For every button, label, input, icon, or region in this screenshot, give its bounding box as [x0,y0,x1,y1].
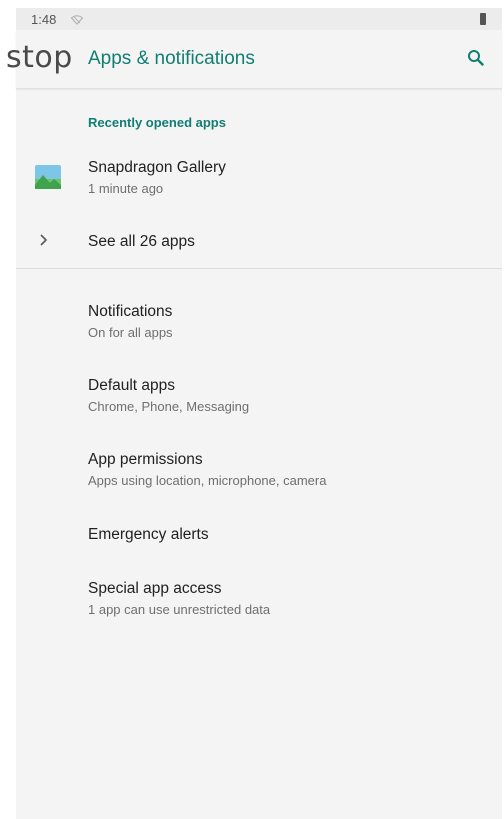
settings-item-title: App permissions [88,451,203,468]
settings-item-title: Special app access [88,580,222,597]
settings-item-special-app-access[interactable]: Special app access 1 app can use unrestr… [16,575,502,625]
battery-icon [480,13,486,25]
recent-apps-header: Recently opened apps [88,115,226,130]
section-divider [16,268,502,269]
settings-item-emergency-alerts[interactable]: Emergency alerts [16,521,502,561]
page-title: Apps & notifications [88,48,255,69]
settings-item-title: Emergency alerts [88,526,209,543]
app-bar: Apps & notifications [16,30,502,89]
stop-overlay-text: stop [6,40,73,75]
settings-item-title: Notifications [88,303,173,320]
recent-app-item[interactable]: Snapdragon Gallery 1 minute ago [16,148,502,202]
search-icon [468,50,484,66]
settings-item-notifications[interactable]: Notifications On for all apps [16,298,502,348]
settings-item-title: Default apps [88,377,176,394]
recent-app-time: 1 minute ago [88,181,164,196]
settings-item-subtitle: Apps using location, microphone, camera [88,473,327,488]
settings-item-default-apps[interactable]: Default apps Chrome, Phone, Messaging [16,372,502,422]
chevron-right-icon [38,233,50,252]
see-all-apps-label: See all 26 apps [88,233,195,250]
status-time: 1:48 [31,12,57,27]
search-button[interactable] [464,46,488,70]
settings-item-app-permissions[interactable]: App permissions Apps using location, mic… [16,446,502,496]
gallery-app-icon [35,165,61,189]
wifi-icon [70,13,84,28]
settings-item-subtitle: On for all apps [88,325,173,340]
settings-item-subtitle: Chrome, Phone, Messaging [88,399,250,414]
status-bar: 1:48 [16,8,502,30]
see-all-apps-item[interactable]: See all 26 apps [16,226,502,262]
settings-item-subtitle: 1 app can use unrestricted data [88,602,271,617]
recent-app-name: Snapdragon Gallery [88,159,226,176]
phone-screen: 1:48 Apps & notifications Recently opene… [16,8,502,819]
page: stop 1:48 Apps & notifications Recently … [0,0,504,819]
